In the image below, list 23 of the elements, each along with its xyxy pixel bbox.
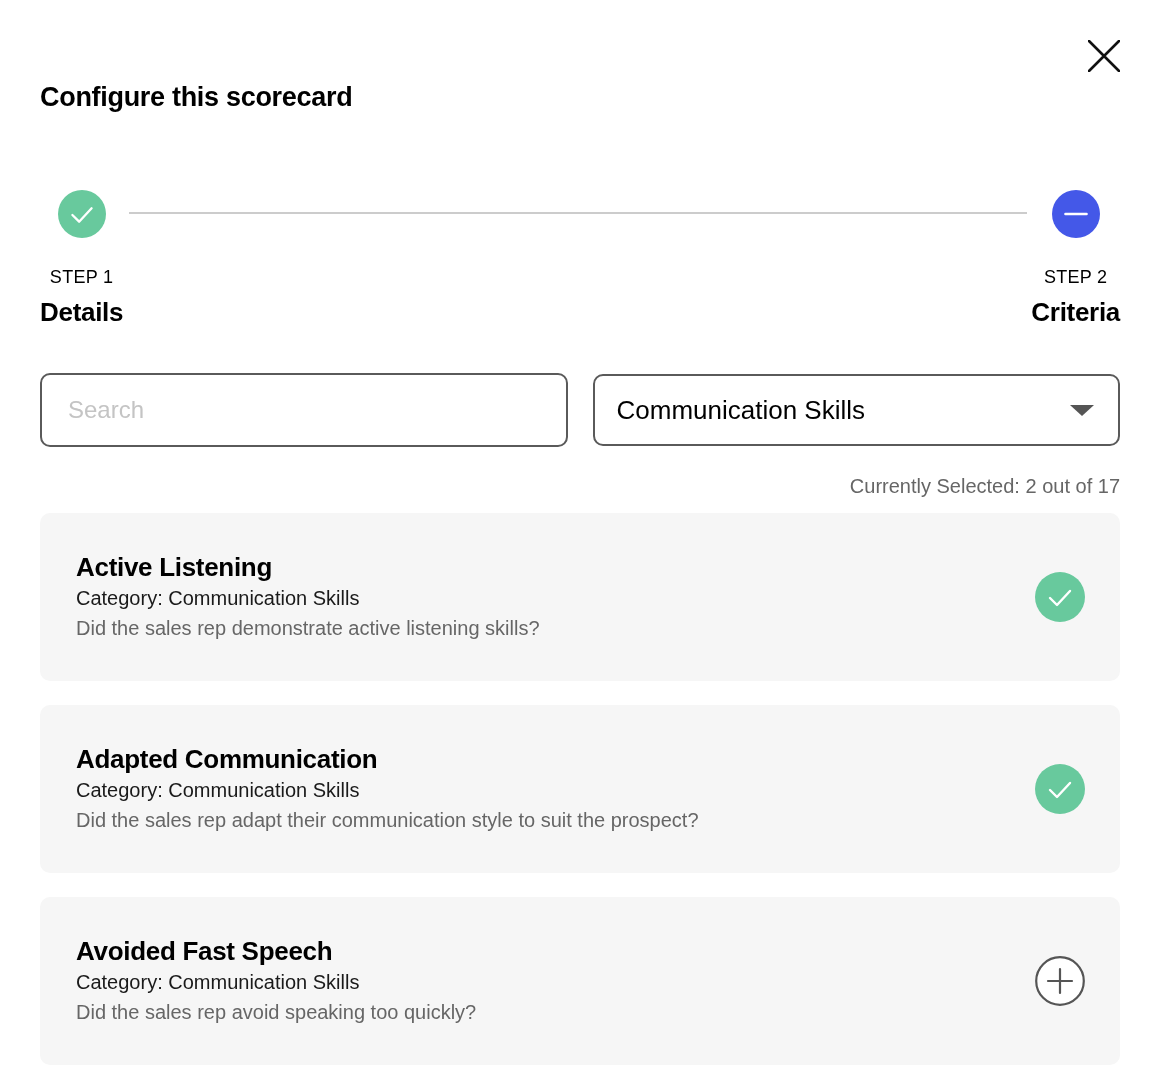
caret-icon (1070, 404, 1094, 416)
criterion-description: Did the sales rep adapt their communication style to suit the prospect? (76, 808, 699, 833)
criterion-title: Avoided Fast Speech (76, 935, 334, 967)
step-name: Criteria (1031, 296, 1120, 328)
plus-circle-icon[interactable] (1035, 956, 1085, 1006)
selection-count: Currently Selected: 2 out of 17 (849, 474, 1120, 498)
criterion-category: Category: Communication Skills (76, 970, 361, 995)
step-label: STEP 1 (49, 266, 114, 288)
criterion-category: Category: Communication Skills (76, 778, 361, 803)
step-name: Details (40, 296, 124, 328)
category-dropdown[interactable]: Communication Skills (592, 374, 1120, 446)
criterion-title: Adapted Communication (76, 743, 379, 775)
search-field[interactable]: Search (40, 373, 568, 447)
criterion-category: Category: Communication Skills (76, 586, 361, 611)
close-icon (1088, 40, 1120, 72)
step-label: STEP 2 (1043, 266, 1108, 288)
dialog-title: Configure this scorecard (40, 81, 353, 114)
criterion-description: Did the sales rep avoid speaking too quickly? (76, 1000, 477, 1025)
check-circle-icon[interactable] (1035, 572, 1085, 622)
check-circle-icon[interactable] (1035, 764, 1085, 814)
criterion-description: Did the sales rep demonstrate active listening skills? (76, 616, 540, 641)
criterion-title: Active Listening (76, 551, 273, 583)
close-button[interactable] (1088, 40, 1120, 72)
